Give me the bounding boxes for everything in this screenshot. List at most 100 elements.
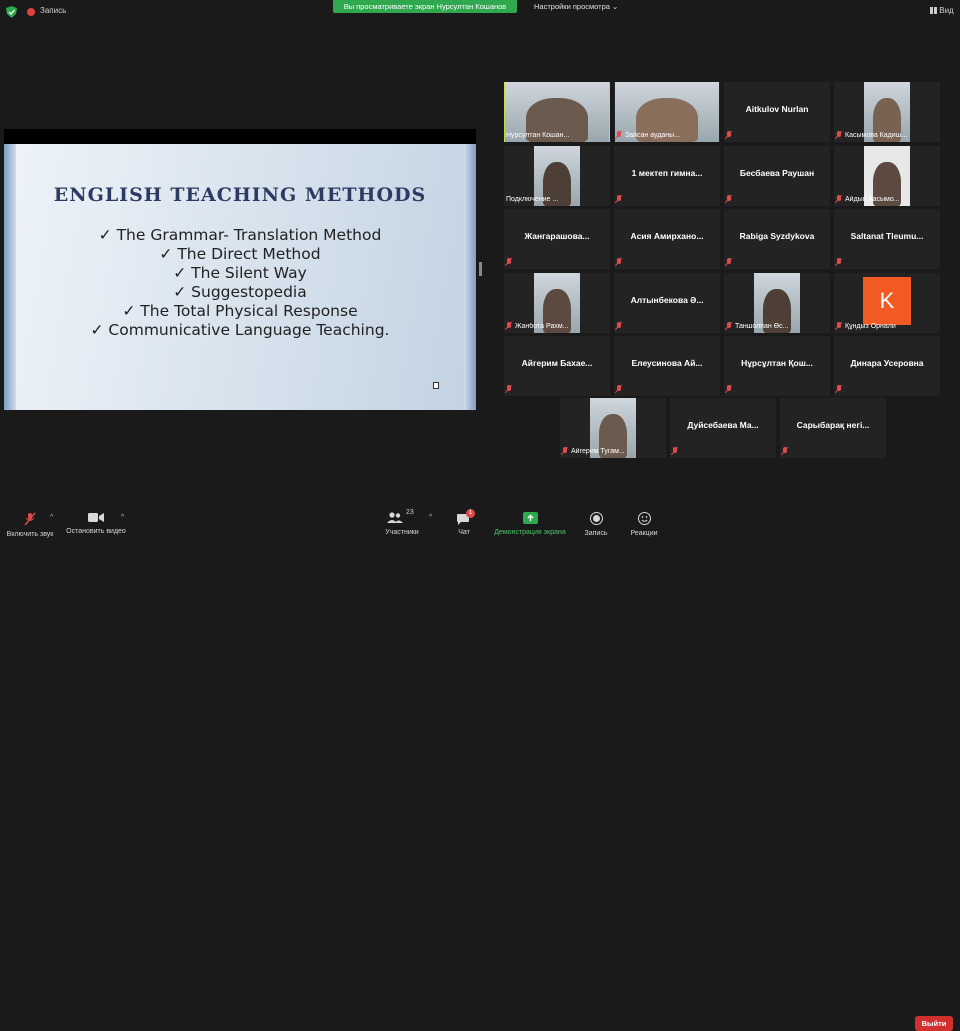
view-label: Вид [939, 6, 954, 15]
audio-options-caret[interactable]: ^ [50, 514, 53, 521]
participant-footer [782, 446, 884, 456]
split-resize-handle[interactable] [479, 262, 482, 276]
participant-tile[interactable]: Айгерим Бахае... [504, 336, 610, 396]
participant-tile[interactable]: Касымова Кадиш... [834, 82, 940, 142]
participant-footer [506, 384, 608, 394]
unmute-button[interactable]: Включить звук [4, 512, 56, 538]
participants-icon-wrap: 23 [387, 509, 417, 526]
participant-name: Айдын Қасымо... [845, 195, 900, 203]
unmute-label: Включить звук [6, 531, 54, 538]
participant-footer: Касымова Кадиш... [836, 130, 938, 140]
participant-tile[interactable]: Нұрсұлтан Қош... [724, 336, 830, 396]
shared-slide: ENGLISH TEACHING METHODS ✓ The Grammar- … [4, 144, 476, 410]
mic-muted-icon [726, 322, 732, 330]
mic-muted-icon [726, 131, 732, 139]
participant-name-center: Сарыбарақ негі... [796, 420, 870, 430]
mic-muted-icon [616, 195, 622, 203]
mic-muted-icon [616, 385, 622, 393]
participant-tile[interactable]: Алтынбекова Ә... [614, 273, 720, 333]
slide-list-item: ✓ The Total Physical Response [122, 302, 358, 320]
share-screen-button[interactable]: Демонстрация экрана [490, 512, 570, 536]
stop-video-button[interactable]: Остановить видео [64, 512, 128, 535]
participant-name-center: Aitkulov Nurlan [745, 104, 809, 114]
mic-muted-icon [616, 258, 622, 266]
video-options-caret[interactable]: ^ [121, 514, 124, 521]
participant-tile[interactable]: Подключение ... [504, 146, 610, 206]
participant-footer: Айдын Қасымо... [836, 194, 938, 204]
participant-footer [672, 446, 774, 456]
mic-muted-icon [506, 258, 512, 266]
participant-footer [726, 194, 828, 204]
participant-name: Касымова Кадиш... [845, 131, 908, 139]
shield-icon[interactable] [6, 6, 17, 18]
participant-footer: Таншолпан Өс... [726, 321, 828, 331]
record-icon [589, 512, 603, 525]
share-screen-icon [522, 512, 538, 524]
chat-button[interactable]: 1 Чат [450, 509, 478, 536]
participant-footer: Зайсан ауданы... [616, 130, 718, 140]
participants-button[interactable]: 23 Участники [380, 509, 424, 536]
participant-name: Таншолпан Өс... [735, 322, 789, 330]
mic-muted-icon [24, 512, 36, 526]
participant-footer [616, 194, 718, 204]
slide-list-item: ✓ The Direct Method [159, 245, 321, 263]
participant-name: Жанбота Рахм... [515, 322, 569, 330]
participants-icon [387, 512, 403, 523]
slide-list-item: ✓ The Grammar- Translation Method [98, 226, 382, 244]
participant-tile[interactable]: Динара Усеровна [834, 336, 940, 396]
view-options-button[interactable]: Настройки просмотра ⌄ [534, 2, 618, 11]
participant-tile[interactable]: Сарыбарақ негі... [780, 398, 886, 458]
chat-badge: 1 [466, 509, 475, 518]
participant-name-center: Елеусинова Ай... [631, 358, 703, 368]
participant-name: Подключение ... [506, 195, 559, 203]
participant-tile[interactable]: Асия Амирхано... [614, 209, 720, 269]
participant-tile[interactable]: Нурсултан Кошан... [504, 82, 610, 142]
reactions-button[interactable]: Реакции [626, 512, 662, 537]
participant-tile[interactable]: 1 мектеп гимна... [614, 146, 720, 206]
participant-tile[interactable]: Айгерим Тугам... [560, 398, 666, 458]
mic-muted-icon [506, 322, 512, 330]
chevron-down-icon: ⌄ [612, 2, 619, 11]
participants-options-caret[interactable]: ^ [429, 514, 432, 521]
mic-muted-icon [726, 195, 732, 203]
participants-count: 23 [406, 509, 414, 516]
leave-button[interactable]: Выйти [915, 1016, 953, 1031]
participant-tile[interactable]: Елеусинова Ай... [614, 336, 720, 396]
participant-name-center: Жангарашова... [524, 231, 590, 241]
participant-footer [726, 384, 828, 394]
mic-muted-icon [506, 385, 512, 393]
participant-tile[interactable]: K Құндыз Орнали [834, 273, 940, 333]
participants-label: Участники [385, 529, 419, 536]
view-button[interactable]: Вид [930, 6, 954, 15]
participant-tile[interactable]: Жангарашова... [504, 209, 610, 269]
participant-tile[interactable]: Saltanat Tleumu... [834, 209, 940, 269]
record-label: Запись [40, 6, 67, 15]
participant-footer [506, 257, 608, 267]
participant-tile[interactable]: Жанбота Рахм... [504, 273, 610, 333]
participant-footer: Құндыз Орнали [836, 321, 938, 331]
participant-footer: Подключение ... [506, 194, 608, 204]
share-screen-label: Демонстрация экрана [494, 529, 566, 536]
participant-tile[interactable]: Бесбаева Раушан [724, 146, 830, 206]
mouse-cursor-icon [433, 382, 439, 389]
grid-icon [930, 7, 937, 14]
participant-tile[interactable]: Rabiga Syzdykova [724, 209, 830, 269]
record-indicator-icon [27, 8, 35, 16]
mic-muted-icon [836, 131, 842, 139]
participant-tile[interactable]: Айдын Қасымо... [834, 146, 940, 206]
smiley-icon [637, 512, 651, 525]
participant-tile[interactable]: Зайсан ауданы... [614, 82, 720, 142]
record-label: Запись [584, 530, 608, 537]
participant-name-center: Saltanat Tleumu... [850, 231, 924, 241]
participant-name-center: Алтынбекова Ә... [630, 295, 704, 305]
view-options-label: Настройки просмотра [534, 2, 610, 11]
participant-tile[interactable]: Aitkulov Nurlan [724, 82, 830, 142]
record-button[interactable]: Запись [580, 512, 612, 537]
participant-tile[interactable]: Дуйсебаева Ма... [670, 398, 776, 458]
participant-name: Айгерим Тугам... [571, 447, 625, 455]
participant-tile[interactable]: Таншолпан Өс... [724, 273, 830, 333]
mic-muted-icon [562, 447, 568, 455]
chat-icon-wrap: 1 [457, 509, 475, 526]
participant-name-center: 1 мектеп гимна... [631, 168, 703, 178]
participant-name: Нурсултан Кошан... [506, 131, 570, 139]
